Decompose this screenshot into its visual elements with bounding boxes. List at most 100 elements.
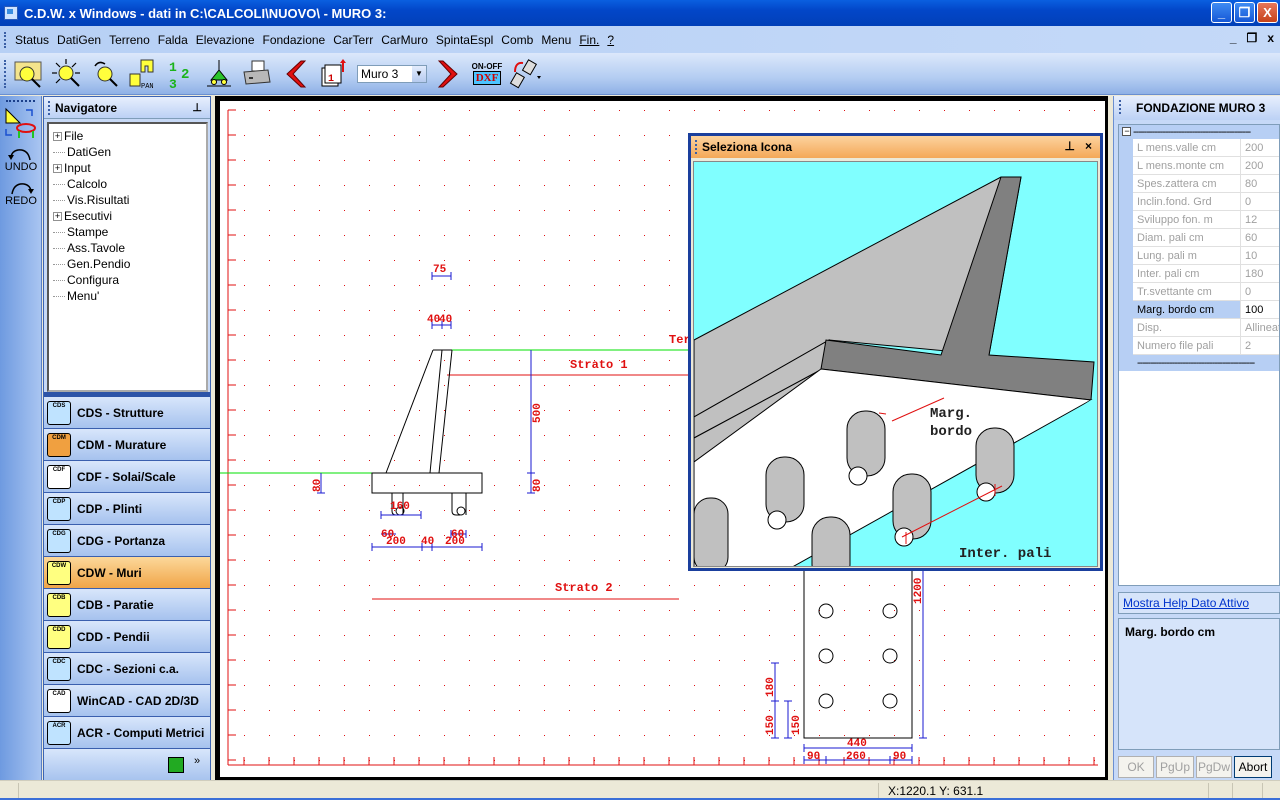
toolbar-grip[interactable] [4,59,7,88]
module-cds[interactable]: CDS CDS - Strutture [44,397,210,429]
popup-grip[interactable] [695,140,698,154]
tree-item-ass-tavole[interactable]: Ass.Tavole [53,240,206,256]
property-value[interactable]: 12 [1241,211,1279,228]
numbering-button[interactable]: 123 [163,56,199,92]
page-button[interactable]: 1 [315,56,351,92]
tree-item-stampe[interactable]: Stampe [53,224,206,240]
zoom-window-button[interactable] [11,56,47,92]
copy-button[interactable] [507,56,543,92]
module-cdg[interactable]: CDG CDG - Portanza [44,525,210,557]
module-cdp[interactable]: CDP CDP - Plinti [44,493,210,525]
tree-item-esecutivi[interactable]: + Esecutivi [53,208,206,224]
left-toolbar-grip[interactable] [6,100,35,103]
popup-title-bar[interactable]: Seleziona Icona ⊥ × [691,136,1100,158]
property-row[interactable]: Numero file pali 2 [1133,337,1279,355]
module-cdb[interactable]: CDB CDB - Paratie [44,589,210,621]
menu-status[interactable]: Status [11,33,53,47]
module-cdc[interactable]: CDC CDC - Sezioni c.a. [44,653,210,685]
previous-button[interactable] [277,56,313,92]
property-value[interactable]: 200 [1241,157,1279,174]
menu-help[interactable]: ? [603,33,618,47]
property-value-input[interactable]: 100 [1241,301,1279,318]
print-button[interactable] [239,56,275,92]
menu-datigen[interactable]: DatiGen [53,33,105,47]
tree-item-vis-risultati[interactable]: Vis.Risultati [53,192,206,208]
property-row[interactable]: Inter. pali cm 180 [1133,265,1279,283]
tree-item-calcolo[interactable]: Calcolo [53,176,206,192]
property-row[interactable]: Sviluppo fon. m 12 [1133,211,1279,229]
menu-fin[interactable]: Fin. [575,33,603,47]
menu-carmuro[interactable]: CarMuro [377,33,432,47]
property-row[interactable]: Inclin.fond. Grd 0 [1133,193,1279,211]
menu-comb[interactable]: Comb [497,33,537,47]
properties-grip[interactable] [1119,100,1121,114]
property-row[interactable]: Lung. pali m 10 [1133,247,1279,265]
property-value[interactable]: 60 [1241,229,1279,246]
tree-item-gen-pendio[interactable]: Gen.Pendio [53,256,206,272]
property-group-header[interactable]: − ---------------------------------------… [1119,125,1279,139]
property-value[interactable]: Allineati [1241,319,1279,336]
mdi-minimize-button[interactable]: _ [1230,31,1237,45]
property-value[interactable]: 2 [1241,337,1279,354]
menu-carterr[interactable]: CarTerr [329,33,377,47]
supports-button[interactable] [201,56,237,92]
pin-icon[interactable]: ⊥ [192,101,202,114]
property-value[interactable]: 200 [1241,139,1279,156]
pin-icon[interactable]: ⊥ [1065,139,1075,153]
property-row[interactable]: Tr.svettante cm 0 [1133,283,1279,301]
module-cdd[interactable]: CDD CDD - Pendii [44,621,210,653]
tree-item-configura[interactable]: Configura [53,272,206,288]
menu-menu[interactable]: Menu [537,33,575,47]
menu-grip[interactable] [4,31,7,48]
redo-button[interactable]: REDO [3,181,39,207]
menu-spintaespl[interactable]: SpintaEspl [432,33,497,47]
page-down-button[interactable]: PgDw [1196,756,1232,778]
module-cdf[interactable]: CDF CDF - Solai/Scale [44,461,210,493]
zoom-extents-button[interactable] [49,56,85,92]
menu-fondazione[interactable]: Fondazione [259,33,330,47]
tree-item-input[interactable]: + Input [53,160,206,176]
property-row[interactable]: L mens.valle cm 200 [1133,139,1279,157]
abort-button[interactable]: Abort [1234,756,1272,778]
module-wincad[interactable]: CAD WinCAD - CAD 2D/3D [44,685,210,717]
next-button[interactable] [431,56,467,92]
module-cdw[interactable]: CDW CDW - Muri [44,557,210,589]
property-value[interactable]: 0 [1241,283,1279,300]
collapse-icon[interactable]: − [1122,127,1131,136]
module-acr[interactable]: ACR ACR - Computi Metrici [44,717,210,749]
rotate-view-button[interactable] [3,107,39,139]
zoom-previous-button[interactable] [87,56,123,92]
expand-icon[interactable]: + [53,131,62,141]
restore-button[interactable]: ❐ [1234,2,1255,23]
undo-button[interactable]: UNDO [3,147,39,173]
property-row[interactable]: Diam. pali cm 60 [1133,229,1279,247]
menu-terreno[interactable]: Terreno [105,33,154,47]
help-link[interactable]: Mostra Help Dato Attivo [1118,592,1280,614]
mdi-close-button[interactable]: x [1267,31,1274,45]
wincad-small-icon[interactable] [168,757,184,773]
close-button[interactable]: X [1257,2,1278,23]
expand-icon[interactable]: + [53,211,62,221]
menu-elevazione[interactable]: Elevazione [192,33,259,47]
tree-item-menu[interactable]: Menu' [53,288,206,304]
ok-button[interactable]: OK [1118,756,1154,778]
tree-item-datigen[interactable]: DatiGen [53,144,206,160]
property-value[interactable]: 0 [1241,193,1279,210]
tree-item-file[interactable]: + File [53,128,206,144]
property-row[interactable]: Disp.Allineati [1133,319,1279,337]
property-value[interactable]: 180 [1241,265,1279,282]
mdi-restore-button[interactable]: ❐ [1247,31,1258,45]
property-row-active[interactable]: Marg. bordo cm 100 [1133,301,1279,319]
minimize-button[interactable]: _ [1211,2,1232,23]
pan-button[interactable]: PAN [125,56,161,92]
navigator-grip[interactable] [48,100,51,115]
property-value[interactable]: 10 [1241,247,1279,264]
property-row[interactable]: Spes.zattera cm 80 [1133,175,1279,193]
close-icon[interactable]: × [1085,139,1092,153]
property-row[interactable]: L mens.monte cm 200 [1133,157,1279,175]
page-up-button[interactable]: PgUp [1156,756,1194,778]
wall-selector[interactable]: Muro 3 ▼ [357,64,427,83]
module-cdm[interactable]: CDM CDM - Murature [44,429,210,461]
dxf-toggle-button[interactable]: ON-OFF DXF [469,56,505,92]
menu-falda[interactable]: Falda [154,33,192,47]
